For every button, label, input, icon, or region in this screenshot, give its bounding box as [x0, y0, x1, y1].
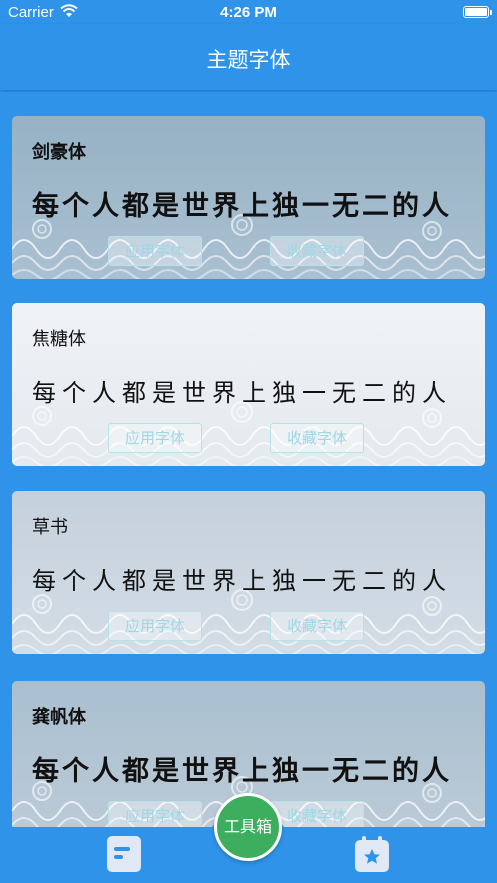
- font-card[interactable]: 焦糖体 每个人都是世界上独一无二的人 应用字体 收藏字体: [12, 303, 485, 466]
- nav-bar: 主题字体: [0, 24, 497, 90]
- font-card[interactable]: 草书 每个人都是世界上独一无二的人 应用字体 收藏字体: [12, 491, 485, 654]
- toolbox-button[interactable]: 工具箱: [214, 793, 282, 861]
- font-sample-text: 每个人都是世界上独一无二的人: [32, 191, 452, 222]
- page-title: 主题字体: [206, 48, 291, 72]
- collect-font-button[interactable]: 收藏字体: [270, 236, 364, 266]
- status-time: 4:26 PM: [220, 4, 277, 21]
- document-icon[interactable]: [106, 835, 142, 873]
- status-bar: Carrier 4:26 PM: [0, 0, 497, 24]
- font-sample-text: 每个人都是世界上独一无二的人: [32, 756, 452, 787]
- font-card[interactable]: 剑豪体 每个人都是世界上独一无二的人 应用字体 收藏字体: [12, 116, 485, 279]
- font-name: 龚帆体: [32, 707, 86, 728]
- apply-font-button[interactable]: 应用字体: [108, 236, 202, 266]
- battery-tip: [490, 10, 492, 15]
- apply-font-button[interactable]: 应用字体: [108, 423, 202, 453]
- font-name: 草书: [32, 517, 68, 538]
- apply-font-button[interactable]: 应用字体: [108, 801, 202, 827]
- battery-icon: [463, 6, 489, 18]
- apply-font-button[interactable]: 应用字体: [108, 611, 202, 641]
- font-sample-text: 每个人都是世界上独一无二的人: [32, 567, 452, 595]
- calendar-star-icon[interactable]: [354, 835, 390, 873]
- collect-font-button[interactable]: 收藏字体: [270, 423, 364, 453]
- collect-font-button[interactable]: 收藏字体: [270, 611, 364, 641]
- font-list[interactable]: 剑豪体 每个人都是世界上独一无二的人 应用字体 收藏字体 焦糖体 每个人都是世界…: [0, 92, 497, 827]
- font-name: 焦糖体: [32, 329, 86, 350]
- collect-font-button[interactable]: 收藏字体: [270, 801, 364, 827]
- font-sample-text: 每个人都是世界上独一无二的人: [32, 379, 452, 407]
- font-name: 剑豪体: [32, 142, 86, 163]
